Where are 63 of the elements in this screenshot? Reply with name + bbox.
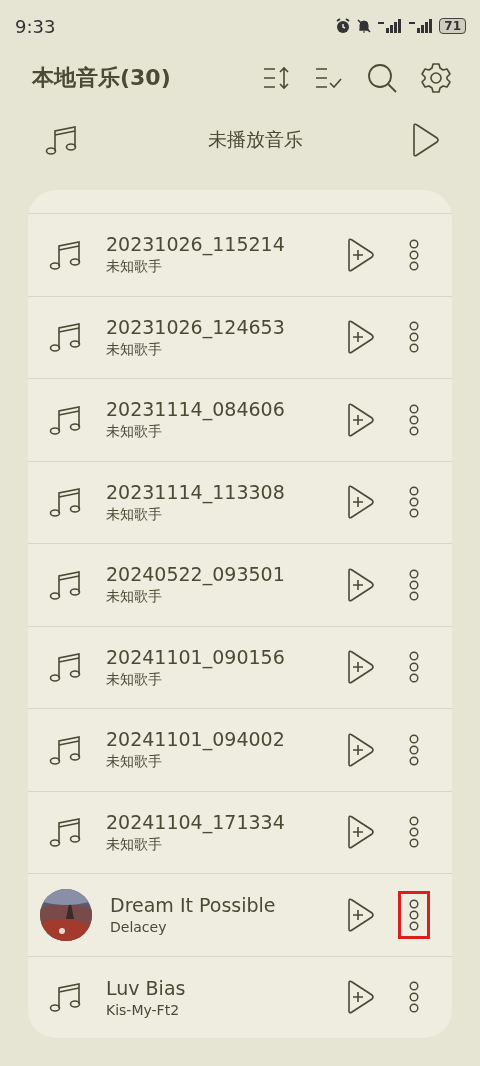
play-next-icon[interactable] — [346, 731, 376, 768]
artist-name: 未知歌手 — [106, 835, 163, 854]
artist-name: 未知歌手 — [106, 423, 163, 442]
artist-name: 未知歌手 — [106, 670, 163, 689]
play-next-icon[interactable] — [346, 484, 376, 521]
more-icon — [409, 815, 419, 850]
song-row[interactable]: 20241104_171334 未知歌手 — [28, 790, 452, 873]
status-time: 9:33 — [15, 15, 56, 37]
play-next-icon[interactable] — [346, 649, 376, 686]
more-icon — [409, 650, 419, 685]
song-row[interactable]: 20231114_113308 未知歌手 — [28, 460, 452, 543]
artist-name: 未知歌手 — [106, 340, 163, 359]
more-icon — [409, 897, 419, 932]
song-row[interactable]: 20231114_084606 未知歌手 — [28, 378, 452, 461]
song-row[interactable]: 20231026_115214 未知歌手 — [28, 213, 452, 296]
song-title: Dream It Possible — [110, 894, 277, 917]
song-row[interactable]: Dream It Possible Delacey — [28, 873, 452, 956]
alarm-icon — [335, 18, 352, 34]
song-title: 20231114_113308 — [106, 480, 286, 503]
settings-icon[interactable] — [420, 62, 452, 94]
search-icon[interactable] — [366, 62, 398, 94]
play-next-icon[interactable] — [346, 401, 376, 438]
song-title: Luv Bias — [106, 976, 187, 999]
song-title: 20241101_090156 — [106, 645, 286, 668]
mute-bell-icon — [356, 18, 373, 34]
song-title: 20241101_094002 — [106, 728, 286, 751]
more-icon — [409, 485, 419, 520]
play-next-icon[interactable] — [346, 236, 376, 273]
artist-name: Kis-My-Ft2 — [106, 1001, 181, 1018]
play-next-icon[interactable] — [346, 979, 376, 1016]
play-icon[interactable] — [410, 122, 440, 158]
song-title: 20231114_084606 — [106, 398, 286, 421]
more-icon — [409, 980, 419, 1015]
battery-level: 71 — [439, 18, 466, 34]
song-row[interactable]: Luv Bias Kis-My-Ft2 — [28, 955, 452, 1038]
artist-name: 未知歌手 — [106, 258, 163, 277]
more-button[interactable] — [398, 890, 430, 939]
song-row[interactable]: 20241101_090156 未知歌手 — [28, 625, 452, 708]
song-title: 20231026_124653 — [106, 315, 286, 338]
song-title: 20231026_115214 — [106, 233, 286, 256]
play-next-icon[interactable] — [346, 566, 376, 603]
more-icon — [409, 320, 419, 355]
unplayed-music-label[interactable]: 未播放音乐 — [208, 127, 303, 153]
artist-name: 未知歌手 — [106, 753, 163, 772]
song-title: 20241104_171334 — [106, 810, 286, 833]
artist-name: 未知歌手 — [106, 505, 163, 524]
more-icon — [409, 237, 419, 272]
more-icon — [409, 567, 419, 602]
more-icon — [409, 732, 419, 767]
song-title: 20240522_093501 — [106, 563, 286, 586]
song-row[interactable]: 20231026_124653 未知歌手 — [28, 295, 452, 378]
page-title: 本地音乐(30) — [32, 64, 171, 92]
more-icon — [409, 402, 419, 437]
play-next-icon[interactable] — [346, 319, 376, 356]
play-next-icon[interactable] — [346, 896, 376, 933]
artist-name: Delacey — [110, 919, 168, 936]
signal-icon — [377, 18, 404, 34]
play-next-icon[interactable] — [346, 814, 376, 851]
song-row[interactable]: 20241101_094002 未知歌手 — [28, 708, 452, 791]
signal-icon — [408, 18, 435, 34]
artist-name: 未知歌手 — [106, 588, 163, 607]
music-note-icon — [45, 123, 79, 157]
song-row[interactable]: 20240522_093501 未知歌手 — [28, 543, 452, 626]
